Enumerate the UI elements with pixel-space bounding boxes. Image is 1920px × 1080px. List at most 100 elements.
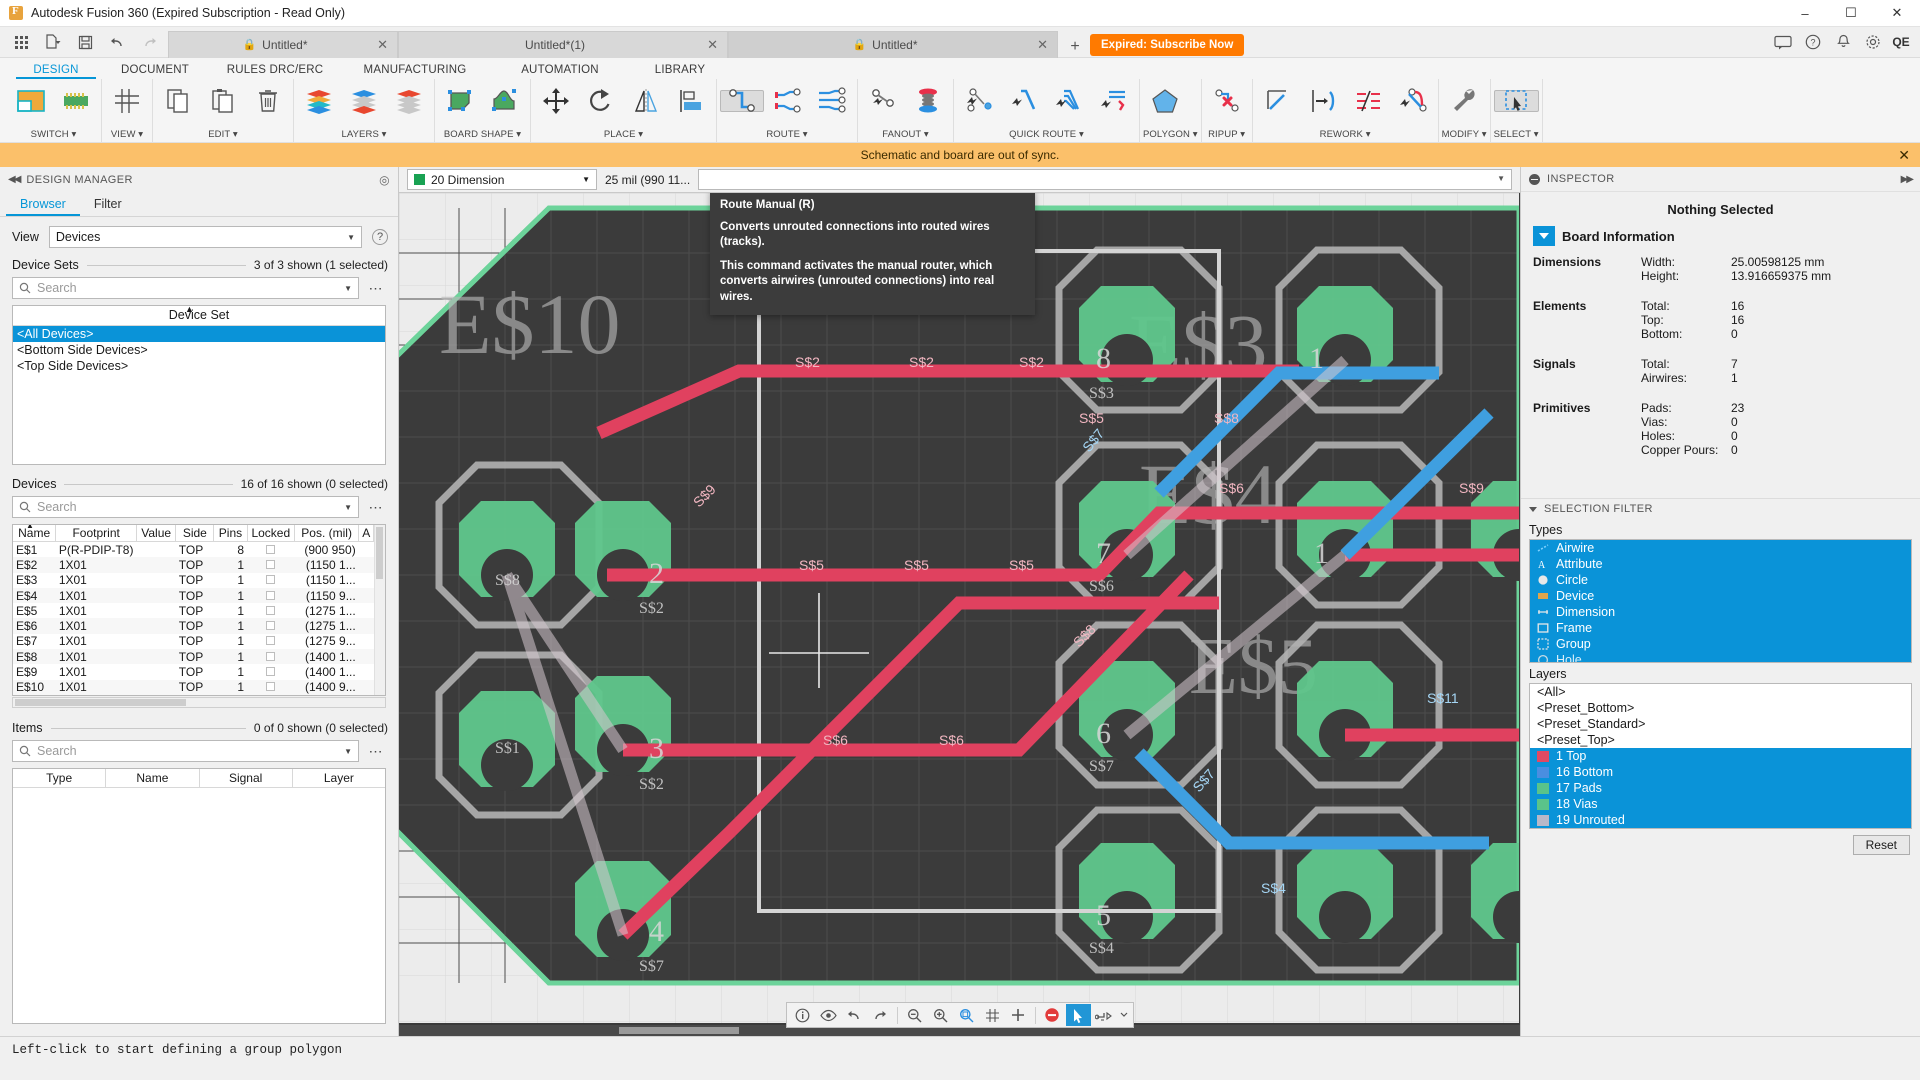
quick-route-icon[interactable] — [957, 81, 1001, 121]
layer-dropdown[interactable]: 20 Dimension ▼ — [407, 169, 597, 190]
device-sets-list[interactable]: ▲ Device Set <All Devices> <Bottom Side … — [12, 305, 386, 465]
paste-icon[interactable] — [201, 81, 245, 121]
measure-icon[interactable] — [1092, 1004, 1117, 1026]
type-row-frame[interactable]: Frame — [1530, 620, 1911, 636]
type-row-airwire[interactable]: Airwire — [1530, 540, 1911, 556]
scrollbar-thumb[interactable] — [15, 699, 187, 706]
notification-bell-icon[interactable] — [1828, 29, 1858, 56]
net-class-dropdown[interactable]: ▼ — [698, 169, 1512, 190]
help-icon[interactable]: ? — [372, 229, 388, 245]
extend-icon[interactable] — [1301, 81, 1345, 121]
layer-preset-standard[interactable]: <Preset_Standard> — [1530, 716, 1911, 732]
info-icon[interactable] — [790, 1004, 815, 1026]
type-row-hole[interactable]: Hole — [1530, 652, 1911, 662]
selection-filter-header[interactable]: SELECTION FILTER — [1521, 498, 1920, 519]
chevron-down-icon[interactable]: ▼ — [344, 284, 352, 293]
devices-search-input[interactable]: Search ▼ — [12, 496, 359, 518]
locked-checkbox[interactable] — [266, 636, 276, 646]
chat-icon[interactable] — [1768, 29, 1798, 56]
route-differential-icon[interactable] — [765, 81, 809, 121]
ribbon-tab-document[interactable]: DOCUMENT — [100, 64, 210, 79]
copy-icon[interactable] — [156, 81, 200, 121]
select-box-icon[interactable] — [1493, 89, 1539, 112]
locked-checkbox[interactable] — [266, 559, 276, 569]
zoom-fit-icon[interactable] — [954, 1004, 979, 1026]
board-curve-icon[interactable] — [483, 81, 527, 121]
ribbon-group-label[interactable]: SWITCH ▾ — [9, 127, 98, 142]
via-icon[interactable] — [906, 81, 950, 121]
device-set-row-2[interactable]: <Top Side Devices> — [13, 358, 385, 374]
quick-route-bus-icon[interactable] — [1047, 81, 1091, 121]
items-search-input[interactable]: Search ▼ — [12, 740, 359, 762]
maximize-button[interactable]: ☐ — [1828, 0, 1874, 27]
tab-filter[interactable]: Filter — [80, 192, 136, 216]
devices-table-vscrollbar[interactable] — [374, 525, 385, 695]
ribbon-group-label[interactable]: FANOUT ▾ — [861, 127, 950, 142]
no-entry-icon[interactable] — [1040, 1004, 1065, 1026]
cell-name[interactable]: E$8 — [13, 649, 56, 665]
chevron-down-icon[interactable]: ▼ — [344, 747, 352, 756]
route-multiple-icon[interactable] — [810, 81, 854, 121]
locked-checkbox[interactable] — [266, 590, 276, 600]
zoom-out-icon[interactable] — [902, 1004, 927, 1026]
devices-more-button[interactable]: ⋯ — [364, 499, 388, 516]
document-tab-2[interactable]: 🔒 Untitled* ✕ — [728, 30, 1058, 58]
device-sets-search-input[interactable]: Search ▼ — [12, 277, 359, 299]
cell-name[interactable]: E$3 — [13, 573, 56, 588]
add-icon[interactable] — [1006, 1004, 1031, 1026]
column-header-locked[interactable]: Locked — [247, 525, 296, 542]
column-header-a[interactable]: A — [358, 525, 375, 542]
layers-all-icon[interactable] — [297, 81, 341, 121]
trace-width-value[interactable]: 25 mil (990 11... — [605, 173, 690, 187]
device-sets-more-button[interactable]: ⋯ — [364, 280, 388, 297]
document-tab-0[interactable]: 🔒 Untitled* ✕ — [168, 30, 398, 58]
switch-schematic-icon[interactable] — [9, 81, 53, 121]
column-header-type[interactable]: Type — [13, 769, 107, 787]
warning-close-icon[interactable]: ✕ — [1898, 147, 1910, 164]
layer-preset-all[interactable]: <All> — [1530, 684, 1911, 700]
zoom-in-icon[interactable] — [928, 1004, 953, 1026]
ribbon-group-label[interactable]: VIEW ▾ — [105, 127, 149, 142]
ribbon-group-label[interactable]: PLACE ▾ — [534, 127, 713, 142]
board-information-header[interactable]: Board Information — [1521, 226, 1920, 246]
save-icon[interactable] — [70, 29, 100, 55]
locked-checkbox[interactable] — [266, 544, 276, 554]
new-file-icon[interactable] — [38, 29, 68, 55]
scrollbar-thumb[interactable] — [376, 527, 384, 579]
type-row-group[interactable]: Group — [1530, 636, 1911, 652]
wrench-icon[interactable] — [1442, 81, 1486, 121]
layer-row-18-vias[interactable]: 18 Vias — [1530, 796, 1911, 812]
minimize-button[interactable]: – — [1782, 0, 1828, 27]
layer-preset-bottom[interactable]: <Preset_Bottom> — [1530, 700, 1911, 716]
app-grid-icon[interactable] — [6, 29, 36, 55]
devices-table-container[interactable]: ▲ Name Footprint Value Side Pins Locked … — [12, 524, 386, 696]
close-button[interactable]: ✕ — [1874, 0, 1920, 27]
redo-icon[interactable] — [134, 29, 164, 55]
eye-icon[interactable] — [816, 1004, 841, 1026]
cursor-select-icon[interactable] — [1065, 1004, 1091, 1026]
items-table[interactable]: Type Name Signal Layer — [12, 768, 386, 1024]
chevron-down-icon[interactable]: ▼ — [344, 503, 352, 512]
layer-row-16-bottom[interactable]: 16 Bottom — [1530, 764, 1911, 780]
layers-top-icon[interactable] — [342, 81, 386, 121]
layers-bottom-icon[interactable] — [387, 81, 431, 121]
items-more-button[interactable]: ⋯ — [364, 743, 388, 760]
ribbon-group-label[interactable]: RIPUP ▾ — [1205, 127, 1249, 142]
locked-checkbox[interactable] — [266, 666, 276, 676]
locked-checkbox[interactable] — [266, 651, 276, 661]
align-icon[interactable] — [669, 81, 713, 121]
layer-row-19-unrouted[interactable]: 19 Unrouted — [1530, 812, 1911, 828]
undo-icon[interactable] — [102, 29, 132, 55]
route-manual-icon[interactable] — [720, 88, 764, 112]
undo-icon[interactable] — [842, 1004, 867, 1026]
pcb-board-render[interactable]: E$10 E$3 E$4 E$5 S$2 S$2 S$2 S$5 S$5 S$5… — [399, 193, 1519, 1023]
quick-route-single-icon[interactable] — [1002, 81, 1046, 121]
collapse-circle-icon[interactable] — [1529, 173, 1540, 185]
view-dropdown[interactable]: Devices ▼ — [48, 226, 362, 248]
move-icon[interactable] — [534, 81, 578, 121]
ribbon-tab-design[interactable]: DESIGN — [12, 64, 100, 79]
reset-button[interactable]: Reset — [1852, 835, 1910, 855]
canvas-toolbar-chevron-icon[interactable] — [1118, 1004, 1130, 1026]
cell-name[interactable]: E$5 — [13, 603, 56, 618]
column-header-value[interactable]: Value — [136, 525, 177, 542]
